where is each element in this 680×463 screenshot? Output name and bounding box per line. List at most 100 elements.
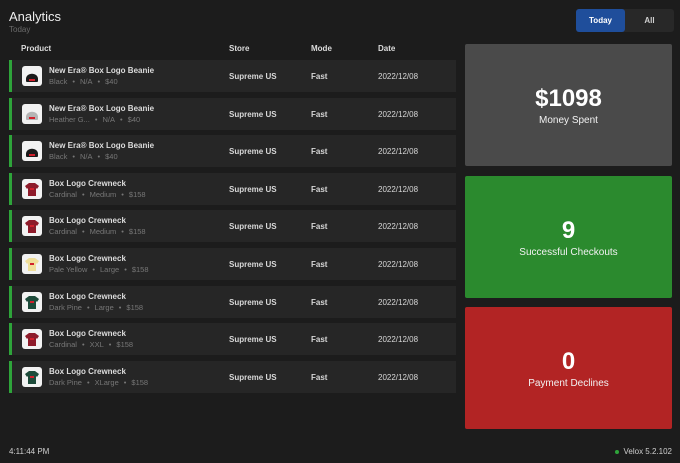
date-cell: 2022/12/08 (378, 222, 419, 232)
product-price: $40 (105, 152, 118, 162)
product-color: Cardinal (49, 227, 77, 237)
product-color: Cardinal (49, 340, 77, 350)
product-price: $158 (126, 302, 144, 312)
date-cell: 2022/12/08 (378, 372, 419, 382)
product-name: Box Logo Crewneck (49, 291, 126, 301)
beanie-icon (22, 66, 42, 86)
product-meta: Cardinal • Medium • $158 (49, 189, 146, 199)
mode-cell: Fast (311, 259, 328, 269)
money-spent-label: Money Spent (539, 114, 598, 126)
product-price: $40 (127, 114, 141, 124)
product-color: Black (49, 77, 68, 86)
product-price: $40 (105, 77, 118, 86)
store-cell: Supreme US (229, 259, 277, 269)
product-size: N/A (79, 152, 93, 162)
beanie-icon (22, 103, 42, 124)
product-name: Box Logo Crewneck (49, 329, 126, 339)
table-row[interactable]: Box Logo Crewneck Cardinal • Medium • $158 Sup… (9, 172, 456, 205)
date-cell: 2022/12/08 (378, 72, 419, 81)
tab-today[interactable]: Today (576, 9, 625, 32)
payment-declines-card: 0 Payment Declines (465, 307, 672, 429)
crewneck-icon (22, 178, 42, 199)
table-row[interactable]: Box Logo Crewneck Cardinal • Medium • $158 Sup… (9, 210, 456, 243)
mode-cell: Fast (311, 372, 328, 382)
date-cell: 2022/12/08 (378, 184, 419, 194)
product-color: Pale Yellow (49, 264, 88, 274)
tab-all[interactable]: All (625, 9, 674, 32)
table-row[interactable]: Box Logo Crewneck Dark Pine • XLarge • $158 Su… (9, 360, 456, 393)
product-size: Medium (89, 227, 117, 237)
crewneck-icon (22, 329, 42, 350)
date-cell: 2022/12/08 (378, 335, 419, 345)
table-row[interactable]: New Era® Box Logo Beanie Black • N/A • $40 Sup… (9, 135, 456, 168)
product-price: $158 (116, 340, 134, 350)
successful-checkouts-card: 9 Successful Checkouts (465, 176, 672, 298)
version-label: Velox 5.2.102 (623, 447, 672, 456)
store-cell: Supreme US (229, 222, 277, 232)
page-subtitle: Today (9, 25, 31, 34)
product-meta: Heather G... • N/A • $40 (49, 114, 141, 124)
product-size: Large (100, 264, 120, 274)
product-size: Large (94, 302, 114, 312)
date-cell: 2022/12/08 (378, 147, 419, 157)
product-meta: Black • N/A • $40 (49, 77, 118, 86)
column-header-product: Product (21, 44, 52, 53)
product-name: Box Logo Crewneck (49, 178, 126, 188)
product-meta: Black • N/A • $40 (49, 152, 118, 162)
table-row[interactable]: Box Logo Crewneck Cardinal • XXL • $158 Suprem… (9, 323, 456, 356)
mode-cell: Fast (311, 335, 328, 345)
column-header-mode: Mode (311, 44, 332, 53)
store-cell: Supreme US (229, 372, 277, 382)
product-color: Dark Pine (49, 302, 82, 312)
product-price: $158 (131, 377, 149, 387)
payment-declines-value: 0 (561, 347, 576, 375)
table-row[interactable]: Box Logo Crewneck Dark Pine • Large • $158 Sup… (9, 285, 456, 318)
product-color: Dark Pine (49, 377, 82, 387)
store-cell: Supreme US (229, 147, 277, 157)
product-color: Black (49, 152, 68, 162)
checkout-list: New Era® Box Logo Beanie Black • N/A • $40 Sup… (9, 60, 456, 398)
table-row[interactable]: New Era® Box Logo Beanie Heather G... • N/A… (9, 97, 456, 130)
beanie-icon (22, 141, 42, 162)
crewneck-icon (22, 253, 42, 274)
mode-cell: Fast (311, 72, 328, 81)
crewneck-icon (22, 366, 42, 387)
successful-checkouts-label: Successful Checkouts (519, 246, 618, 258)
payment-declines-label: Payment Declines (528, 377, 609, 389)
product-meta: Dark Pine • Large • $158 (49, 302, 144, 312)
product-price: $158 (128, 227, 146, 237)
product-size: N/A (79, 77, 93, 86)
product-meta: Dark Pine • XLarge • $158 (49, 377, 149, 387)
store-cell: Supreme US (229, 297, 277, 307)
product-color: Heather G... (49, 114, 90, 124)
date-cell: 2022/12/08 (378, 259, 419, 269)
product-color: Cardinal (49, 189, 77, 199)
money-spent-value: $1098 (535, 84, 602, 112)
page-header: Analytics Today (9, 9, 61, 34)
page-title: Analytics (9, 9, 62, 24)
table-row[interactable]: New Era® Box Logo Beanie Black • N/A • $40 Sup… (9, 60, 456, 92)
product-name: Box Logo Crewneck (49, 366, 126, 376)
product-name: New Era® Box Logo Beanie (49, 141, 155, 151)
table-row[interactable]: Box Logo Crewneck Pale Yellow • Large • $158 S… (9, 247, 456, 280)
status-dot-icon (614, 449, 619, 454)
product-name: New Era® Box Logo Beanie (49, 103, 155, 113)
mode-cell: Fast (311, 222, 328, 232)
column-header-store: Store (229, 44, 250, 53)
clock: 4:11:44 PM (9, 447, 50, 456)
product-price: $158 (128, 189, 146, 199)
product-size: Medium (89, 189, 117, 199)
product-size: XXL (89, 340, 104, 350)
store-cell: Supreme US (229, 335, 277, 345)
product-size: N/A (102, 114, 116, 124)
crewneck-icon (22, 291, 42, 312)
version-status: Velox 5.2.102 (614, 447, 672, 456)
product-meta: Cardinal • Medium • $158 (49, 227, 146, 237)
product-name: Box Logo Crewneck (49, 216, 126, 226)
product-name: New Era® Box Logo Beanie (49, 66, 155, 75)
product-meta: Pale Yellow • Large • $158 (49, 264, 149, 274)
mode-cell: Fast (311, 184, 328, 194)
mode-cell: Fast (311, 109, 328, 119)
product-meta: Cardinal • XXL • $158 (49, 340, 134, 350)
product-price: $158 (131, 264, 149, 274)
